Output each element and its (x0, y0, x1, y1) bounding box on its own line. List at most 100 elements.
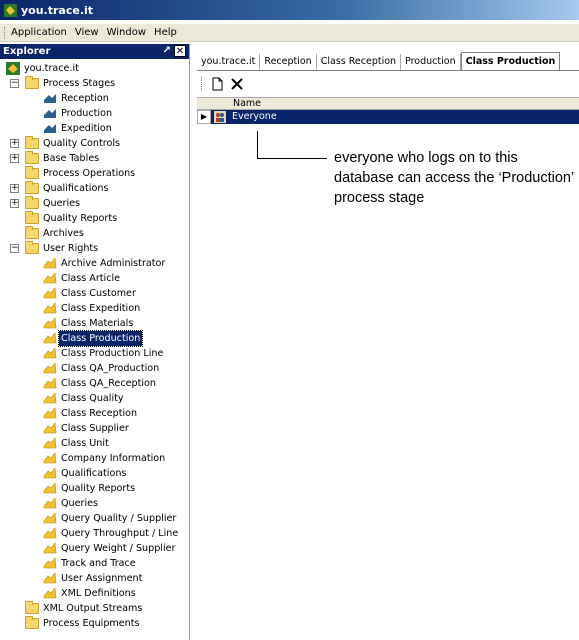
collapse-icon[interactable]: − (10, 79, 19, 88)
menu-view[interactable]: View (75, 27, 99, 38)
menu-help[interactable]: Help (154, 27, 177, 38)
column-name-header[interactable]: Name (233, 98, 261, 110)
tab-reception[interactable]: Reception (260, 54, 317, 70)
tree-node[interactable]: Class Article (0, 271, 189, 286)
pin-icon[interactable]: ↗ (163, 45, 171, 56)
user-right-icon (43, 362, 57, 375)
grid-header: Name (197, 97, 579, 110)
tab-class-reception[interactable]: Class Reception (317, 54, 402, 70)
expand-icon[interactable]: + (10, 184, 19, 193)
tree-node[interactable]: Class Supplier (0, 421, 189, 436)
user-right-icon (43, 527, 57, 540)
tree-node-label: XML Definitions (61, 588, 136, 599)
tree-node[interactable]: Reception (0, 91, 189, 106)
explorer-title: Explorer (3, 46, 51, 57)
tab-class-production[interactable]: Class Production (460, 52, 561, 70)
tree-node[interactable]: XML Output Streams (0, 601, 189, 616)
tree-node[interactable]: Process Equipments (0, 616, 189, 631)
tree-node-label: Query Quality / Supplier (61, 513, 177, 524)
tree-node-label: Company Information (61, 453, 166, 464)
tree-node-label: Track and Trace (61, 558, 136, 569)
user-right-icon (43, 557, 57, 570)
tree-node[interactable]: Class Production (0, 330, 189, 347)
tree-node-label: Reception (61, 93, 109, 104)
tree-node[interactable]: Quality Reports (0, 481, 189, 496)
title-bar: you.trace.it (0, 0, 579, 20)
tree-node[interactable]: Query Weight / Supplier (0, 541, 189, 556)
grid-toolbar (197, 74, 579, 94)
row-indicator-icon: ▶ (197, 110, 211, 124)
tree-node[interactable]: Track and Trace (0, 556, 189, 571)
tree-node-label: User Assignment (61, 573, 143, 584)
tree-node[interactable]: Class QA_Production (0, 361, 189, 376)
user-right-icon (43, 497, 57, 510)
tree-node[interactable]: Qualifications (0, 466, 189, 481)
tree-node-label: Qualifications (61, 468, 127, 479)
collapse-icon[interactable]: − (10, 244, 19, 253)
tree-node[interactable]: − User Rights (0, 241, 189, 256)
tree-node[interactable]: Class Customer (0, 286, 189, 301)
tree-node[interactable]: + Queries (0, 196, 189, 211)
tree-node[interactable]: Expedition (0, 121, 189, 136)
tree-node[interactable]: XML Definitions (0, 586, 189, 601)
new-document-icon[interactable] (210, 77, 224, 91)
folder-icon (25, 166, 39, 180)
folder-icon (25, 601, 39, 615)
toolbar-grip[interactable] (201, 77, 204, 91)
user-right-icon (43, 347, 57, 360)
tree-node[interactable]: Process Operations (0, 166, 189, 181)
user-right-icon (43, 437, 57, 450)
expand-icon[interactable]: + (10, 154, 19, 163)
user-right-icon (43, 587, 57, 600)
explorer-header: Explorer ↗ ✕ (0, 44, 189, 59)
folder-icon (25, 151, 39, 165)
tree-node[interactable]: Query Quality / Supplier (0, 511, 189, 526)
expand-icon[interactable]: + (10, 139, 19, 148)
tree-node[interactable]: + Quality Controls (0, 136, 189, 151)
delete-icon[interactable] (230, 77, 244, 91)
tree-node[interactable]: Class Reception (0, 406, 189, 421)
tree-node[interactable]: + Qualifications (0, 181, 189, 196)
tree-node[interactable]: Archives (0, 226, 189, 241)
tree-node[interactable]: Query Throughput / Line (0, 526, 189, 541)
user-right-icon (43, 407, 57, 420)
user-right-icon (43, 332, 57, 345)
tree-node[interactable]: you.trace.it (0, 61, 189, 76)
tree-node[interactable]: Quality Reports (0, 211, 189, 226)
tree-node[interactable]: Class Materials (0, 316, 189, 331)
explorer-tree: you.trace.it − Process Stages Reception Prod… (0, 59, 189, 631)
menu-window[interactable]: Window (107, 27, 146, 38)
tree-node[interactable]: Class Unit (0, 436, 189, 451)
tab-production[interactable]: Production (401, 54, 461, 70)
tree-node[interactable]: Class Expedition (0, 301, 189, 316)
toolbar-grip[interactable] (4, 26, 7, 39)
tree-node-label: Class Production (57, 330, 144, 347)
menu-application[interactable]: Application (11, 27, 67, 38)
tree-node-label: Class Quality (61, 393, 124, 404)
tree-node[interactable]: Class Production Line (0, 346, 189, 361)
folder-icon (25, 181, 39, 195)
tree-node-label: Quality Reports (61, 483, 136, 494)
tree-node-label: Process Equipments (43, 618, 140, 629)
tree-node[interactable]: Production (0, 106, 189, 121)
table-row[interactable]: ▶ Everyone (197, 110, 579, 124)
folder-icon (25, 136, 39, 150)
tree-node[interactable]: Class Quality (0, 391, 189, 406)
process-stage-icon (43, 92, 57, 105)
close-explorer-button[interactable]: ✕ (174, 45, 186, 57)
tree-node-label: Base Tables (43, 153, 100, 164)
tree-node[interactable]: Queries (0, 496, 189, 511)
app-logo-icon (4, 3, 17, 17)
process-stage-icon (43, 122, 57, 135)
tree-node[interactable]: User Assignment (0, 571, 189, 586)
tree-node[interactable]: − Process Stages (0, 76, 189, 91)
tree-node[interactable]: Archive Administrator (0, 256, 189, 271)
tree-node[interactable]: Class QA_Reception (0, 376, 189, 391)
expand-icon[interactable]: + (10, 199, 19, 208)
tab-you-trace-it[interactable]: you.trace.it (197, 54, 261, 70)
tree-node-label: Expedition (61, 123, 112, 134)
tree-node[interactable]: Company Information (0, 451, 189, 466)
tree-node[interactable]: + Base Tables (0, 151, 189, 166)
user-right-icon (43, 572, 57, 585)
tree-node-label: Quality Controls (43, 138, 121, 149)
